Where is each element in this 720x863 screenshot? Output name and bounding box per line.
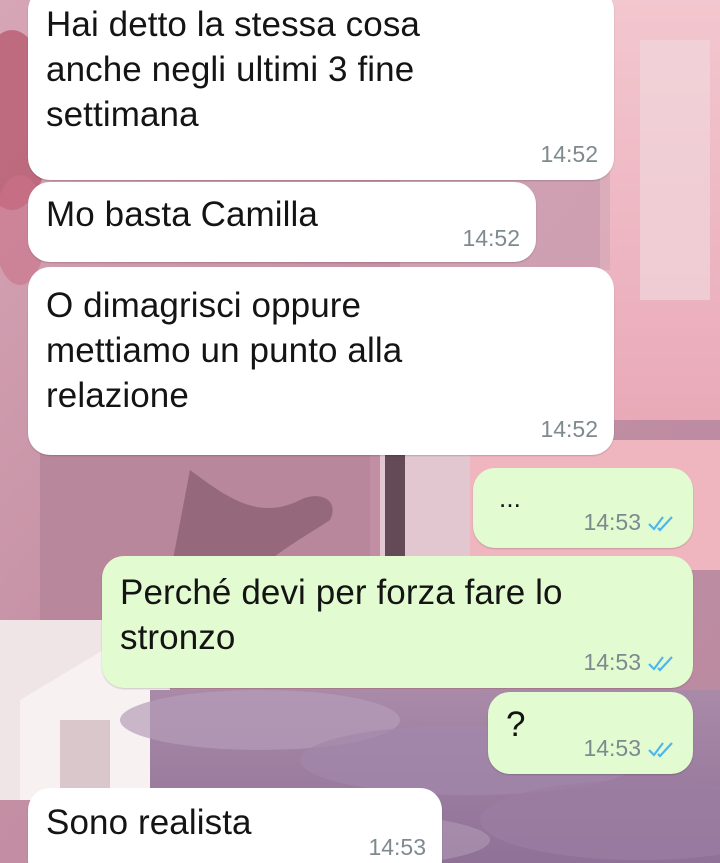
message-bubble-incoming[interactable]: Mo basta Camilla 14:52 bbox=[28, 182, 536, 262]
message-bubble-outgoing[interactable]: ... 14:53 bbox=[473, 468, 693, 548]
message-timestamp: 14:53 bbox=[583, 649, 641, 675]
message-timestamp: 14:53 bbox=[368, 834, 426, 860]
read-receipt-double-tick-icon bbox=[647, 514, 677, 532]
message-text: Perché devi per forza fare lo stronzo bbox=[120, 573, 563, 657]
message-bubble-incoming[interactable]: Hai detto la stessa cosa anche negli ult… bbox=[28, 0, 614, 180]
message-timestamp: 14:53 bbox=[583, 509, 641, 535]
message-bubble-incoming[interactable]: Sono realista 14:53 bbox=[28, 788, 442, 863]
message-timestamp: 14:53 bbox=[583, 735, 641, 761]
message-timestamp: 14:52 bbox=[540, 141, 598, 167]
message-bubble-incoming[interactable]: O dimagrisci oppure mettiamo un punto al… bbox=[28, 267, 614, 455]
message-text: Hai detto la stessa cosa anche negli ult… bbox=[46, 5, 420, 134]
read-receipt-double-tick-icon bbox=[647, 740, 677, 758]
message-text: Sono realista bbox=[46, 803, 252, 842]
message-bubble-outgoing[interactable]: Perché devi per forza fare lo stronzo 14… bbox=[102, 556, 693, 688]
message-text: O dimagrisci oppure mettiamo un punto al… bbox=[46, 286, 403, 415]
message-timestamp: 14:52 bbox=[462, 225, 520, 251]
message-bubble-outgoing[interactable]: ? 14:53 bbox=[488, 692, 693, 774]
chat-thread[interactable]: Hai detto la stessa cosa anche negli ult… bbox=[0, 0, 720, 863]
message-text: Mo basta Camilla bbox=[46, 195, 318, 234]
read-receipt-double-tick-icon bbox=[647, 654, 677, 672]
message-timestamp: 14:52 bbox=[540, 416, 598, 442]
